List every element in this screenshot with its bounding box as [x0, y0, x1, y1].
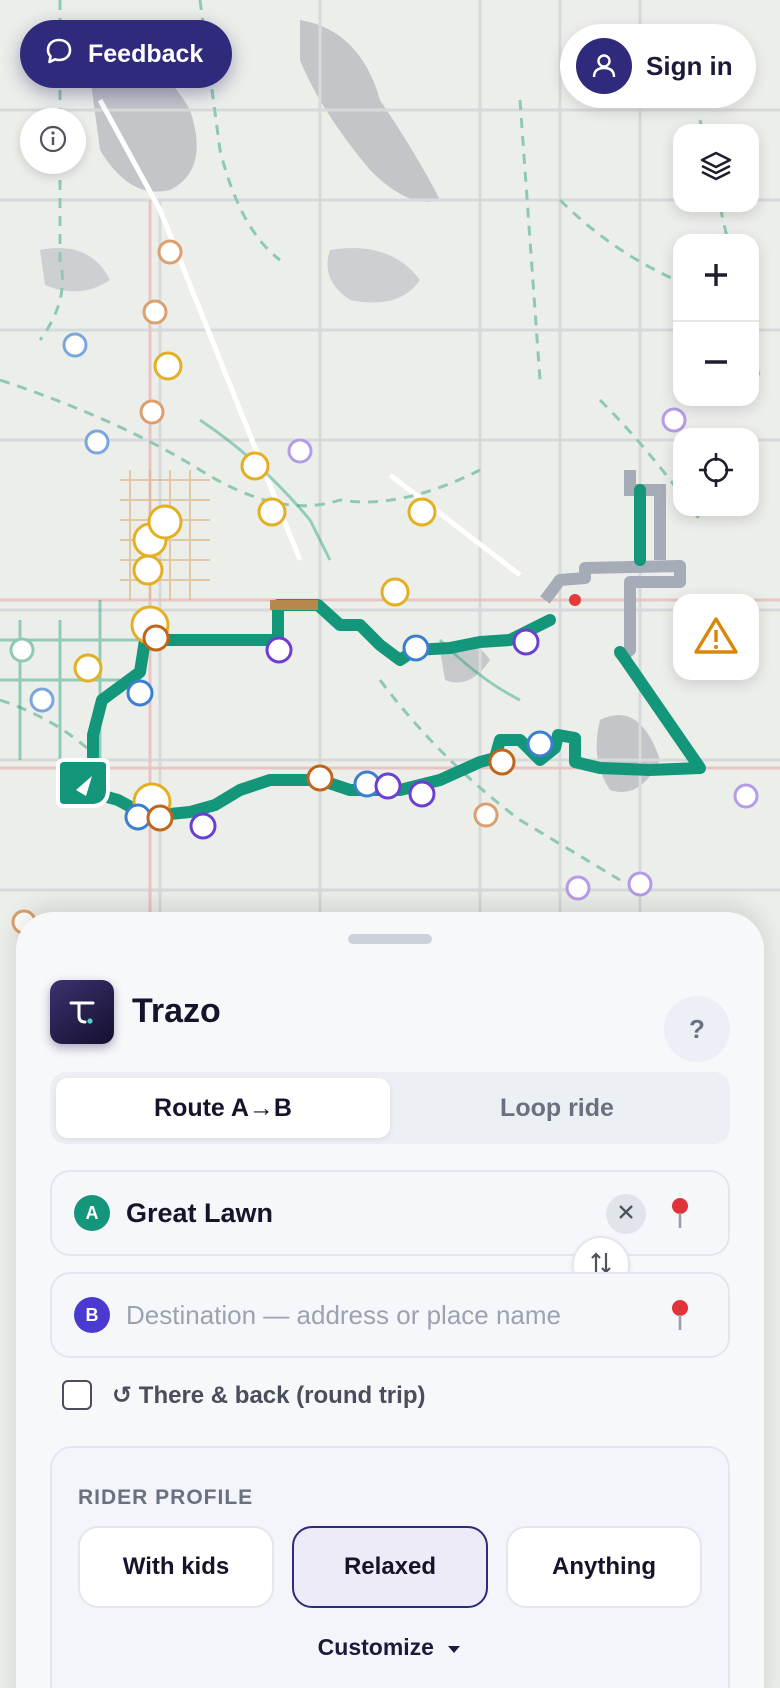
sign-in-button[interactable]: Sign in [560, 24, 756, 108]
customize-label: Customize [317, 1634, 434, 1660]
hazard-dot [569, 594, 581, 606]
start-marker-badge: A [74, 1195, 110, 1231]
route-panel: Trazo ? Route A→B Loop ride A Great Lawn… [16, 912, 764, 1688]
user-icon [576, 38, 632, 94]
pin-icon[interactable] [668, 1196, 692, 1235]
close-icon [617, 1203, 635, 1226]
info-button[interactable] [20, 108, 86, 174]
start-marker [56, 758, 110, 808]
start-field[interactable]: A Great Lawn [50, 1170, 730, 1256]
zoom-controls [673, 234, 759, 406]
app-logo [50, 980, 114, 1044]
feedback-button[interactable]: Feedback [20, 20, 232, 88]
destination-field[interactable]: B Destination — address or place name [50, 1272, 730, 1358]
locate-icon [696, 450, 736, 495]
profile-relaxed-button[interactable]: Relaxed [292, 1526, 488, 1608]
sign-in-label: Sign in [646, 50, 733, 81]
profile-with-kids-button[interactable]: With kids [78, 1526, 274, 1608]
zoom-in-icon [702, 261, 730, 294]
app-title: Trazo [132, 992, 221, 1030]
pin-icon[interactable] [668, 1298, 692, 1337]
end-marker-badge: B [74, 1297, 110, 1333]
help-button[interactable]: ? [664, 996, 730, 1062]
start-input[interactable]: Great Lawn [126, 1198, 273, 1229]
warning-icon [693, 615, 739, 660]
round-trip-checkbox[interactable] [62, 1380, 92, 1410]
tab-route-a-b[interactable]: Route A→B [56, 1078, 390, 1138]
round-trip-label: ↺ There & back (round trip) [112, 1381, 426, 1409]
layers-icon [698, 148, 734, 189]
mode-switcher: Route A→B Loop ride [50, 1072, 730, 1144]
profile-anything-button[interactable]: Anything [506, 1526, 702, 1608]
clear-start-button[interactable] [606, 1194, 646, 1234]
layers-button[interactable] [673, 124, 759, 212]
hazard-report-button[interactable] [673, 594, 759, 680]
rider-profile-card: RIDER PROFILE With kids Relaxed Anything… [50, 1446, 730, 1688]
tab-loop-ride[interactable]: Loop ride [390, 1078, 724, 1138]
zoom-out-icon [702, 348, 730, 381]
caret-down-icon [440, 1634, 462, 1660]
rider-profile-title: RIDER PROFILE [78, 1486, 254, 1509]
zoom-in-button[interactable] [673, 234, 759, 320]
sheet-drag-handle[interactable] [348, 934, 432, 944]
round-trip-option[interactable]: ↺ There & back (round trip) [62, 1380, 425, 1410]
customize-button[interactable]: Customize [52, 1634, 728, 1661]
locate-button[interactable] [673, 428, 759, 516]
info-icon [38, 124, 68, 159]
feedback-label: Feedback [88, 39, 204, 68]
chat-bubble-icon [44, 36, 74, 73]
destination-input[interactable]: Destination — address or place name [126, 1300, 561, 1331]
zoom-out-button[interactable] [673, 320, 759, 406]
